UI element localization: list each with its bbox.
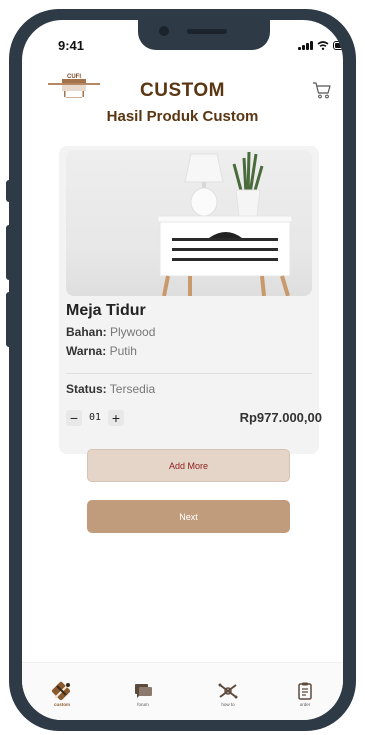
how-to-icon <box>218 683 238 699</box>
nightstand-illustration <box>157 151 293 296</box>
nav-label-forum: forum <box>137 702 149 707</box>
page-subtitle: Hasil Produk Custom <box>106 108 259 125</box>
signal-icon <box>298 41 313 50</box>
earpiece-speaker <box>187 29 227 34</box>
battery-icon <box>333 41 343 50</box>
quantity-value: 01 <box>88 412 102 423</box>
color-value: Putih <box>109 344 137 358</box>
phone-notch <box>138 20 270 50</box>
nav-item-order[interactable]: order <box>285 681 325 711</box>
product-price: Rp977.000,00 <box>239 410 322 425</box>
card-divider <box>66 373 312 374</box>
status-label: Status: <box>66 382 107 396</box>
next-button[interactable]: Next <box>87 500 290 533</box>
nav-label-how-to: how to <box>221 702 235 707</box>
order-icon <box>298 682 312 700</box>
status-icons <box>298 41 343 50</box>
product-color: Warna: Putih <box>66 344 137 358</box>
front-camera <box>159 26 169 36</box>
phone-volume-up <box>6 225 12 280</box>
color-label: Warna: <box>66 344 107 358</box>
product-name: Meja Tidur <box>66 302 146 319</box>
add-more-button[interactable]: Add More <box>87 449 290 482</box>
decrease-quantity-button[interactable]: − <box>66 410 82 426</box>
product-material: Bahan: Plywood <box>66 325 155 339</box>
phone-volume-down <box>6 292 12 347</box>
wifi-icon <box>317 41 329 50</box>
increase-quantity-button[interactable]: + <box>108 410 124 426</box>
nav-item-custom[interactable]: custom <box>42 681 82 711</box>
bottom-nav: custom forum how to order <box>22 662 343 720</box>
page-title: CUSTOM <box>140 80 225 101</box>
product-card: Meja Tidur Bahan: Plywood Warna: Putih S… <box>59 146 322 454</box>
phone-mute-switch <box>6 180 12 202</box>
app-screen: 9:41 CUFI CUSTOM Hasil Produk Custom Mej… <box>22 20 343 720</box>
nav-label-order: order <box>299 702 311 707</box>
product-image <box>66 150 312 296</box>
material-label: Bahan: <box>66 325 107 339</box>
material-value: Plywood <box>110 325 156 339</box>
status-time: 9:41 <box>58 38 85 53</box>
nav-item-forum[interactable]: forum <box>123 681 163 711</box>
product-status: Status: Tersedia <box>66 382 155 396</box>
nav-item-how-to[interactable]: how to <box>208 681 248 711</box>
nav-label-custom: custom <box>53 702 70 707</box>
custom-tools-icon <box>51 681 71 701</box>
quantity-stepper: − 01 + <box>66 410 124 426</box>
forum-icon <box>135 684 152 698</box>
status-value: Tersedia <box>109 382 156 396</box>
cart-icon[interactable] <box>312 80 332 100</box>
